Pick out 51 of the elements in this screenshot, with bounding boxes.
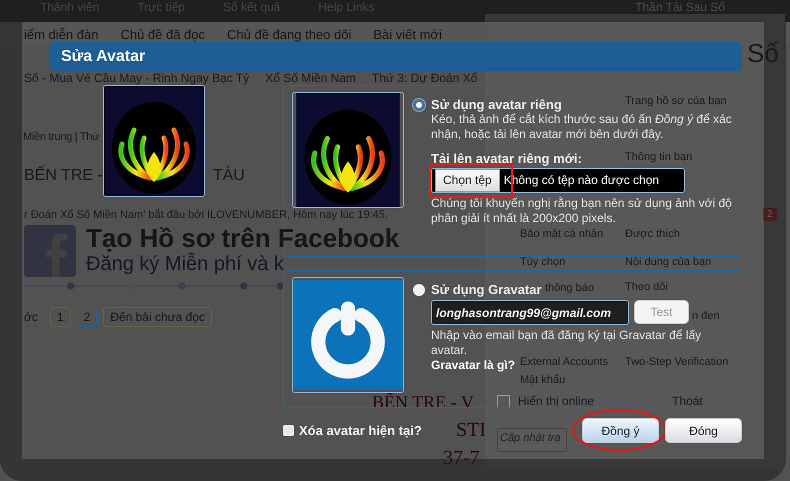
delete-label: Xóa avatar hiện tại? bbox=[299, 423, 422, 438]
unread-link[interactable]: Đến bài chưa đọc bbox=[103, 307, 212, 327]
menu-item[interactable]: Được thích bbox=[625, 228, 680, 240]
page-number[interactable]: 2 bbox=[76, 307, 98, 327]
dialog-title: Sửa Avatar bbox=[50, 42, 742, 71]
option-title: Sử dụng Gravatar bbox=[431, 282, 542, 297]
close-button[interactable]: Đóng bbox=[665, 418, 742, 443]
upload-label: Tải lên avatar riêng mới: bbox=[431, 151, 582, 166]
user-name: Số bbox=[747, 38, 779, 68]
radio-button[interactable] bbox=[413, 98, 425, 110]
thread-title: TÀU bbox=[212, 165, 245, 186]
status-field[interactable]: Cập nhật trạ bbox=[497, 428, 567, 452]
region-links: Miền trung | Thứ bbox=[22, 130, 100, 144]
facebook-icon bbox=[24, 225, 76, 277]
menu-item[interactable]: External Accounts bbox=[520, 356, 608, 368]
breadcrumb-link[interactable]: Thứ 3: Dự Đoán Xổ bbox=[372, 71, 478, 85]
delete-checkbox[interactable] bbox=[283, 425, 294, 436]
menu-item[interactable]: Tùy chọn bbox=[520, 256, 566, 268]
breadcrumb-link[interactable]: Số - Mua Vé Cầu May - Rinh Ngay Bạc Tỷ bbox=[24, 71, 250, 85]
gravatar-link[interactable]: Gravatar là gì? bbox=[431, 358, 516, 373]
confirm-button[interactable]: Đồng ý bbox=[582, 418, 659, 443]
menu-item[interactable]: Two-Step Verification bbox=[625, 356, 728, 368]
nav-link[interactable]: Chủ đề đã đọc bbox=[120, 26, 206, 42]
post-text: STI bbox=[456, 420, 486, 440]
menu-item[interactable]: Thông tin bạn bbox=[625, 151, 692, 163]
nav-link[interactable]: Chủ đề đang theo dõi bbox=[227, 26, 352, 42]
menu-item[interactable]: n đen bbox=[692, 310, 720, 322]
banner-subtitle: Đăng ký Miễn phí và k bbox=[86, 252, 285, 276]
nav-link[interactable]: iểm diễn đàn bbox=[24, 26, 98, 42]
thread-title: BẾN TRE - bbox=[24, 165, 103, 186]
menu-item[interactable]: Theo dõi bbox=[625, 281, 668, 293]
menu-item[interactable]: Nội dung của bạn bbox=[625, 256, 712, 268]
option-title: Sử dụng avatar riêng bbox=[431, 97, 562, 112]
logout-link[interactable]: Thoát bbox=[672, 394, 703, 408]
option-description: Kéo, thả ảnh để cắt kích thước sau đó ấn Đồng ý để xác nhận, hoặc tải lên avatar mới bên dưới đây. bbox=[431, 112, 733, 142]
breadcrumb-link[interactable]: Xổ Số Miền Nam bbox=[265, 71, 356, 85]
option-note: Chúng tôi khuyến nghị rằng bạn nên sử dụng ảnh với độ phân giải ít nhất là 200x200 pixels. bbox=[431, 196, 733, 226]
online-checkbox[interactable] bbox=[497, 394, 510, 408]
menu-item[interactable]: Bảo mật cá nhân bbox=[520, 228, 604, 240]
post-text: 37-7 bbox=[443, 448, 481, 468]
page-link[interactable]: ớc bbox=[24, 308, 44, 326]
online-label: Hiển thị online bbox=[518, 394, 594, 408]
menu-item[interactable]: thông báo bbox=[545, 282, 594, 294]
menu-item[interactable]: Mật khẩu bbox=[520, 374, 566, 386]
choose-file-button[interactable]: Chọn tệp bbox=[435, 169, 500, 192]
page-number[interactable]: 1 bbox=[50, 307, 71, 327]
radio-button[interactable] bbox=[413, 284, 425, 296]
menu-item[interactable]: Trang hồ sơ của bạn bbox=[625, 95, 727, 107]
option-help: Nhập vào email bạn đã đăng ký tại Gravatar để lấy avatar. bbox=[431, 328, 702, 357]
nav-link[interactable]: Bài viết mới bbox=[373, 26, 442, 42]
email-field[interactable]: longhasontrang99@gmail.com bbox=[431, 300, 629, 325]
